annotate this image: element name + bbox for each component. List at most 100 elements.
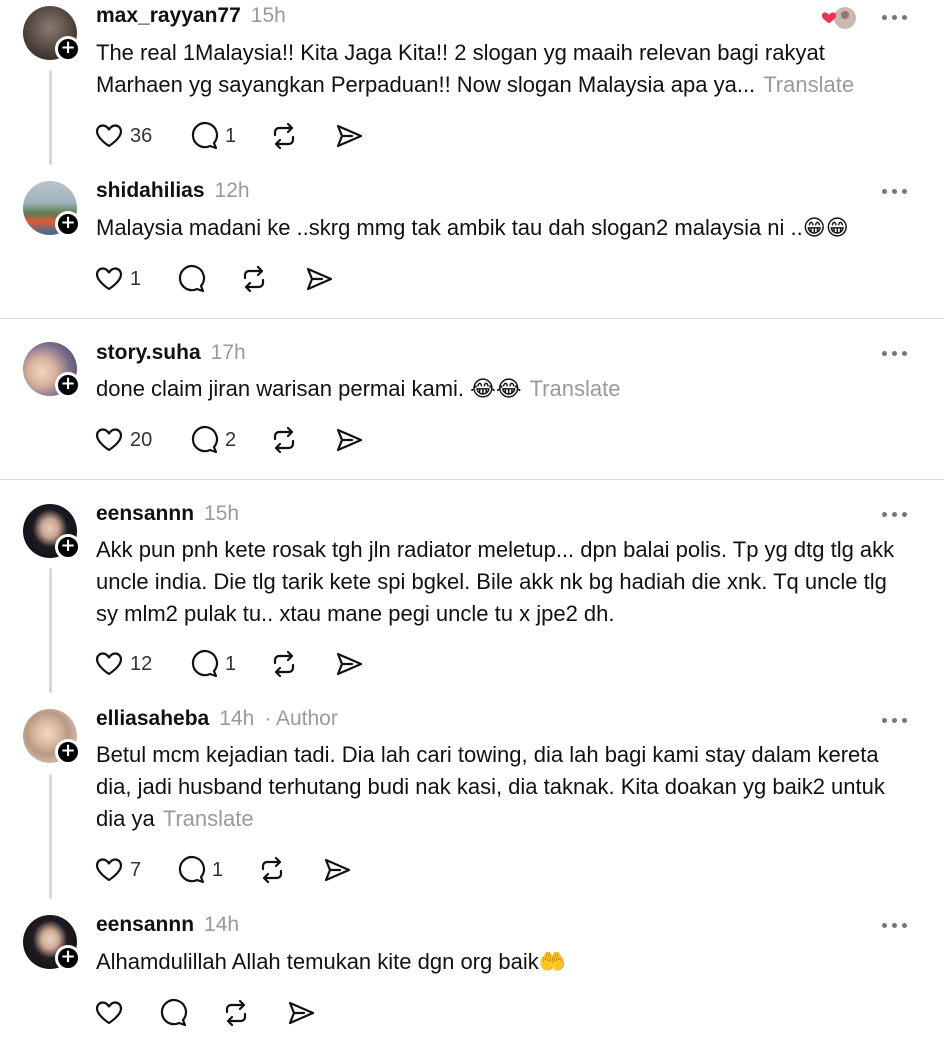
- repost-button[interactable]: [269, 424, 299, 456]
- thread-line: [49, 70, 52, 165]
- like-count: 7: [130, 858, 142, 881]
- reply-button[interactable]: [158, 997, 188, 1029]
- like-count: 36: [130, 124, 153, 147]
- repost-icon: [273, 650, 295, 678]
- reply-button[interactable]: [176, 263, 212, 295]
- share-button[interactable]: [334, 424, 364, 456]
- repost-button[interactable]: [257, 854, 287, 886]
- reply-count: 1: [225, 124, 237, 147]
- translate-link[interactable]: Translate: [763, 72, 854, 97]
- more-dots-icon[interactable]: [876, 10, 912, 24]
- post-text: Akk pun pnh kete rosak tgh jln radiator …: [96, 534, 906, 630]
- timestamp: 12h: [214, 179, 250, 202]
- follow-plus-icon[interactable]: +: [55, 739, 81, 765]
- thread-line: [49, 774, 52, 899]
- heart-icon: [95, 652, 123, 676]
- username[interactable]: story.suha: [96, 341, 201, 365]
- like-button[interactable]: 1: [94, 263, 141, 295]
- post-3: + story.suha 17h done claim jiran warisa…: [0, 337, 944, 477]
- share-button[interactable]: [334, 120, 364, 152]
- timestamp: 15h: [250, 4, 286, 27]
- liked-by-author-badge: [821, 6, 856, 30]
- more-dots-icon[interactable]: [876, 507, 912, 521]
- heart-icon: [95, 428, 123, 452]
- share-button[interactable]: [286, 997, 316, 1029]
- share-button[interactable]: [322, 854, 352, 886]
- reply-count: 1: [225, 652, 237, 675]
- post-text-content: The real 1Malaysia!! Kita Jaga Kita!! 2 …: [96, 40, 825, 97]
- reply-count: 2: [225, 428, 237, 451]
- like-button[interactable]: 12: [94, 648, 152, 680]
- like-button[interactable]: 36: [94, 120, 152, 152]
- share-button[interactable]: [304, 263, 334, 295]
- repost-button[interactable]: [269, 120, 299, 152]
- like-count: 20: [130, 428, 153, 451]
- reply-button[interactable]: 2: [189, 424, 236, 456]
- post-6: + eensannn 14h Alhamdulillah Allah temuk…: [0, 910, 944, 1040]
- post-header: shidahilias 12h: [96, 179, 250, 209]
- repost-button[interactable]: [269, 648, 299, 680]
- heart-icon: [95, 1001, 123, 1025]
- repost-button[interactable]: [221, 997, 251, 1029]
- post-4: + eensannn 15h Akk pun pnh kete rosak tg…: [0, 498, 944, 698]
- share-arrow-icon: [336, 652, 363, 676]
- thread-line: [49, 568, 52, 693]
- timestamp: 14h: [204, 913, 240, 936]
- post-text: Alhamdulillah Allah temukan kite dgn org…: [96, 946, 906, 978]
- more-dots-icon[interactable]: [876, 918, 912, 932]
- post-5: + elliasaheba 14h · Author Betul mcm kej…: [0, 704, 944, 904]
- like-button[interactable]: 7: [94, 854, 141, 886]
- repost-button[interactable]: [239, 263, 269, 295]
- heart-icon: [95, 858, 123, 882]
- reply-button[interactable]: 1: [189, 120, 236, 152]
- share-arrow-icon: [288, 1001, 315, 1025]
- comment-bubble-icon: [178, 856, 206, 884]
- post-text: done claim jiran warisan permai kami. 😂😂…: [96, 373, 906, 405]
- follow-plus-icon[interactable]: +: [55, 372, 81, 398]
- reply-button[interactable]: 1: [189, 648, 236, 680]
- comment-bubble-icon: [191, 122, 219, 150]
- follow-plus-icon[interactable]: +: [55, 534, 81, 560]
- post-text: Betul mcm kejadian tadi. Dia lah cari to…: [96, 739, 906, 835]
- like-button[interactable]: 20: [94, 424, 152, 456]
- repost-icon: [273, 122, 295, 150]
- username[interactable]: elliasaheba: [96, 707, 209, 731]
- like-count: 1: [130, 267, 142, 290]
- like-count: 12: [130, 652, 153, 675]
- post-text-content: done claim jiran warisan permai kami. 😂😂: [96, 376, 522, 401]
- follow-plus-icon[interactable]: +: [55, 945, 81, 971]
- reply-button[interactable]: 1: [176, 854, 223, 886]
- more-dots-icon[interactable]: [876, 713, 912, 727]
- post-text: Malaysia madani ke ..skrg mmg tak ambik …: [96, 212, 906, 244]
- username[interactable]: eensannn: [96, 502, 194, 526]
- share-button[interactable]: [334, 648, 364, 680]
- heart-icon: [95, 124, 123, 148]
- follow-plus-icon[interactable]: +: [55, 36, 81, 62]
- like-button[interactable]: [94, 997, 124, 1029]
- post-header: eensannn 15h: [96, 502, 239, 532]
- post-header: eensannn 14h: [96, 913, 239, 943]
- comment-bubble-icon: [191, 426, 219, 454]
- more-dots-icon[interactable]: [876, 184, 912, 198]
- username[interactable]: max_rayyan77: [96, 4, 241, 28]
- share-arrow-icon: [336, 428, 363, 452]
- heart-icon: [95, 267, 123, 291]
- username[interactable]: shidahilias: [96, 179, 205, 203]
- share-arrow-icon: [324, 858, 351, 882]
- follow-plus-icon[interactable]: +: [55, 211, 81, 237]
- comment-bubble-icon: [191, 650, 219, 678]
- post-text-content: Malaysia madani ke ..skrg mmg tak ambik …: [96, 215, 849, 240]
- repost-icon: [273, 426, 295, 454]
- post-divider: [0, 479, 944, 480]
- more-dots-icon[interactable]: [876, 346, 912, 360]
- comment-bubble-icon: [160, 999, 188, 1027]
- post-header: story.suha 17h: [96, 341, 246, 371]
- timestamp: 17h: [210, 341, 246, 364]
- post-2: + shidahilias 12h Malaysia madani ke ..s…: [0, 175, 944, 315]
- username[interactable]: eensannn: [96, 913, 194, 937]
- repost-icon: [243, 265, 265, 293]
- post-header: max_rayyan77 15h: [96, 4, 286, 34]
- post-header: elliasaheba 14h · Author: [96, 707, 338, 737]
- translate-link[interactable]: Translate: [530, 376, 621, 401]
- translate-link[interactable]: Translate: [163, 806, 254, 831]
